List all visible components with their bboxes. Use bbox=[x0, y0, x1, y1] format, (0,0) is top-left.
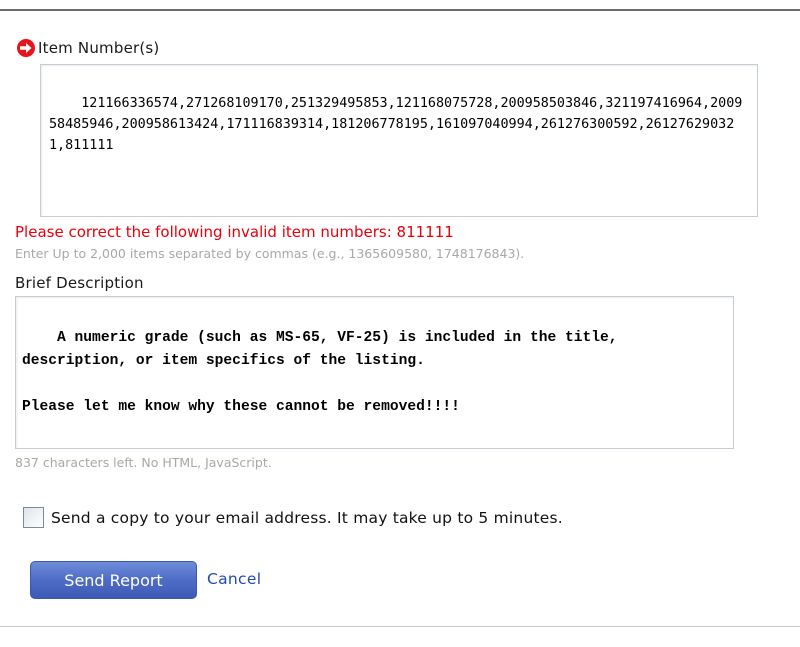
description-value: A numeric grade (such as MS-65, VF-25) i… bbox=[22, 330, 618, 415]
send-report-button[interactable]: Send Report bbox=[30, 561, 197, 599]
characters-left-hint: 837 characters left. No HTML, JavaScript… bbox=[15, 455, 272, 470]
item-numbers-hint: Enter Up to 2,000 items separated by com… bbox=[15, 246, 525, 261]
top-divider bbox=[0, 9, 800, 11]
item-numbers-label: Item Number(s) bbox=[38, 39, 160, 57]
send-copy-option: Send a copy to your email address. It ma… bbox=[23, 507, 563, 528]
description-label: Brief Description bbox=[15, 274, 144, 292]
cancel-link[interactable]: Cancel bbox=[207, 570, 261, 588]
description-textarea[interactable]: A numeric grade (such as MS-65, VF-25) i… bbox=[15, 296, 734, 449]
item-numbers-textarea[interactable]: 121166336574,271268109170,251329495853,1… bbox=[40, 64, 758, 217]
send-copy-checkbox[interactable] bbox=[23, 507, 44, 528]
resize-grip-icon[interactable] bbox=[715, 432, 727, 442]
item-numbers-label-row: Item Number(s) bbox=[15, 38, 160, 58]
invalid-items-error: Please correct the following invalid ite… bbox=[15, 223, 454, 241]
item-numbers-value: 121166336574,271268109170,251329495853,1… bbox=[49, 96, 743, 153]
send-copy-label[interactable]: Send a copy to your email address. It ma… bbox=[51, 509, 563, 527]
required-arrow-icon bbox=[15, 38, 37, 58]
report-form: Item Number(s) 121166336574,271268109170… bbox=[0, 0, 800, 647]
resize-grip-icon[interactable] bbox=[739, 200, 751, 210]
bottom-divider bbox=[0, 626, 800, 627]
